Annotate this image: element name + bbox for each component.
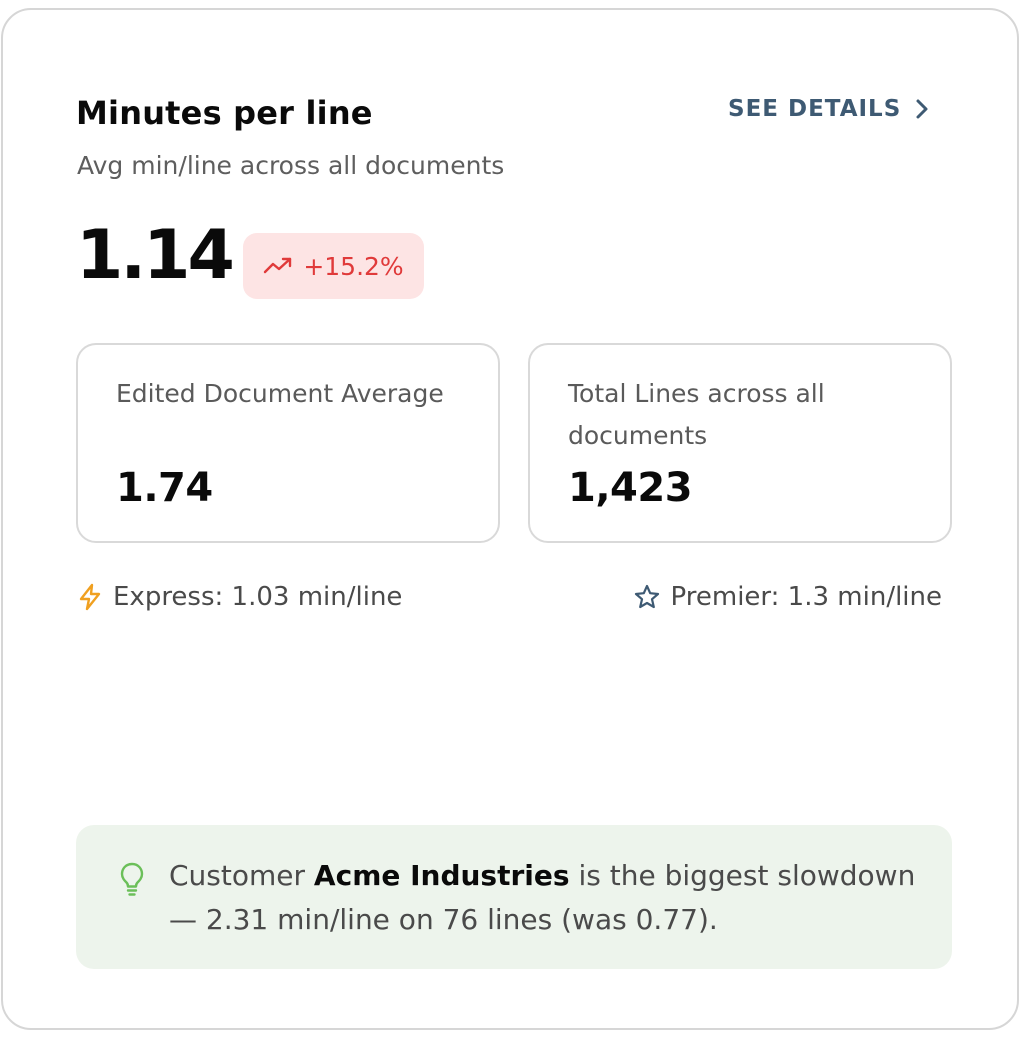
premier-rate: Premier: 1.3 min/line	[633, 582, 942, 612]
insight-text: Customer Acme Industries is the biggest …	[169, 854, 929, 942]
star-icon	[633, 583, 661, 611]
card-subtitle: Avg min/line across all documents	[77, 151, 505, 180]
insight-callout: Customer Acme Industries is the biggest …	[76, 825, 952, 969]
insight-customer: Acme Industries	[313, 859, 570, 892]
metric-card: Minutes per line Avg min/line across all…	[1, 8, 1019, 1030]
premier-label: Premier: 1.3 min/line	[670, 582, 942, 612]
express-rate: Express: 1.03 min/line	[77, 582, 402, 612]
chevron-right-icon	[915, 98, 929, 120]
see-details-label: SEE DETAILS	[728, 96, 902, 122]
lightning-icon	[77, 583, 103, 611]
express-label: Express: 1.03 min/line	[113, 582, 403, 612]
card-title: Minutes per line	[76, 94, 373, 132]
lightbulb-icon	[119, 861, 145, 901]
stat-value: 1,423	[568, 465, 693, 511]
main-metric-value: 1.14	[76, 216, 235, 295]
trending-up-icon	[263, 252, 293, 281]
stat-box-edited-average: Edited Document Average 1.74	[76, 343, 500, 543]
stat-label: Edited Document Average	[116, 379, 444, 408]
trend-label: +15.2%	[303, 251, 404, 281]
stat-value: 1.74	[116, 465, 213, 511]
see-details-link[interactable]: SEE DETAILS	[728, 96, 929, 122]
stat-label: Total Lines across all documents	[568, 379, 825, 450]
trend-badge: +15.2%	[243, 233, 424, 299]
insight-prefix: Customer	[169, 859, 314, 892]
stat-box-total-lines: Total Lines across all documents 1,423	[528, 343, 952, 543]
